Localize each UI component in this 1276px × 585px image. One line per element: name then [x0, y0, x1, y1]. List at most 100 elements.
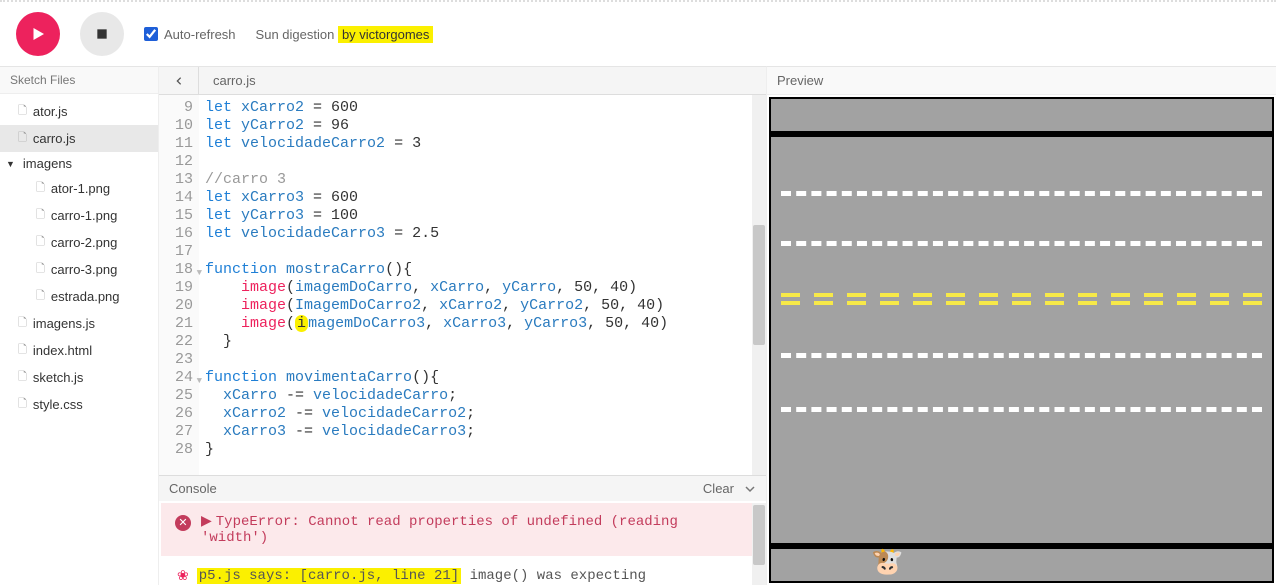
- console-error-text: ▶TypeError: Cannot read properties of un…: [201, 513, 750, 546]
- file-name: carro-3.png: [51, 262, 117, 277]
- console-title: Console: [169, 481, 217, 496]
- file-name: imagens: [23, 156, 72, 171]
- file-item[interactable]: 🗋carro.js: [0, 125, 158, 152]
- code-editor[interactable]: 910111213141516171819202122232425262728 …: [159, 95, 766, 475]
- preview-canvas: 🐮: [769, 97, 1274, 583]
- line-number: 25: [159, 387, 193, 405]
- code-line[interactable]: [205, 351, 760, 369]
- console-scroll-thumb[interactable]: [753, 505, 765, 565]
- file-item[interactable]: 🗋 style.css: [0, 391, 158, 418]
- sidebar-header: Sketch Files: [0, 67, 158, 94]
- code-line[interactable]: [205, 153, 760, 171]
- stop-icon: [95, 27, 109, 41]
- play-button[interactable]: [16, 12, 60, 56]
- file-name: style.css: [33, 397, 83, 412]
- editor-scrollbar[interactable]: [752, 95, 766, 475]
- file-name: carro-2.png: [51, 235, 117, 250]
- lane-divider: [781, 241, 1262, 246]
- code-line[interactable]: xCarro -= velocidadeCarro;: [205, 387, 760, 405]
- code-line[interactable]: let yCarro2 = 96: [205, 117, 760, 135]
- console-error-row: ✕ ▶TypeError: Cannot read properties of …: [161, 503, 764, 556]
- file-name: carro-1.png: [51, 208, 117, 223]
- editor-scroll-thumb[interactable]: [753, 225, 765, 345]
- tab-active-file[interactable]: carro.js: [199, 68, 270, 93]
- auto-refresh-toggle[interactable]: Auto-refresh: [144, 27, 236, 42]
- console-body: ✕ ▶TypeError: Cannot read properties of …: [159, 503, 766, 585]
- console-clear-button[interactable]: Clear: [703, 481, 734, 496]
- file-item[interactable]: 🗋index.html: [0, 337, 158, 364]
- file-item[interactable]: 🗋 ator.js: [0, 98, 158, 125]
- line-number: 21: [159, 315, 193, 333]
- file-icon: 🗋: [36, 233, 45, 252]
- file-item[interactable]: 🗋 ator-1.png: [0, 175, 158, 202]
- stop-button[interactable]: [80, 12, 124, 56]
- console: Console Clear ✕ ▶TypeError: Cannot read …: [159, 475, 766, 585]
- file-icon: 🗋: [36, 179, 45, 198]
- lane-divider: [781, 407, 1262, 412]
- console-scrollbar[interactable]: [752, 503, 766, 585]
- code-body[interactable]: let xCarro2 = 600let yCarro2 = 96let vel…: [199, 95, 766, 475]
- preview-header: Preview: [767, 67, 1276, 95]
- file-icon: 🗋: [36, 260, 45, 279]
- code-line[interactable]: let velocidadeCarro3 = 2.5: [205, 225, 760, 243]
- toolbar: Auto-refresh Sun digestion by victorgome…: [0, 2, 1276, 66]
- folder-item[interactable]: imagens: [0, 152, 158, 175]
- code-line[interactable]: xCarro3 -= velocidadeCarro3;: [205, 423, 760, 441]
- file-item[interactable]: 🗋 carro-3.png: [0, 256, 158, 283]
- chevron-down-icon[interactable]: [744, 483, 756, 495]
- code-line[interactable]: let xCarro3 = 600: [205, 189, 760, 207]
- file-item[interactable]: 🗋 carro-2.png: [0, 229, 158, 256]
- preview-panel: Preview 🐮: [766, 66, 1276, 585]
- code-line[interactable]: [205, 243, 760, 261]
- code-line[interactable]: let xCarro2 = 600: [205, 99, 760, 117]
- code-line[interactable]: image(imagemDoCarro3, xCarro3, yCarro3, …: [205, 315, 760, 333]
- file-sidebar: Sketch Files 🗋 ator.js 🗋carro.js imagens 🗋 at…: [0, 66, 159, 585]
- file-name: estrada.png: [51, 289, 120, 304]
- sketch-title: Sun digestion by victorgomes: [256, 27, 434, 42]
- file-icon: 🗋: [18, 314, 27, 333]
- line-number: 26: [159, 405, 193, 423]
- file-icon: 🗋: [18, 102, 27, 121]
- code-line[interactable]: image(imagemDoCarro, xCarro, yCarro, 50,…: [205, 279, 760, 297]
- file-name: ator.js: [33, 104, 68, 119]
- auto-refresh-label: Auto-refresh: [164, 27, 236, 42]
- lane-divider: [781, 353, 1262, 358]
- file-icon: 🗋: [36, 206, 45, 225]
- file-list: 🗋 ator.js 🗋carro.js imagens 🗋 ator-1.png 🗋 carr…: [0, 94, 158, 422]
- file-name: ator-1.png: [51, 181, 110, 196]
- line-number: 22: [159, 333, 193, 351]
- file-icon: 🗋: [18, 129, 27, 148]
- code-line[interactable]: function mostraCarro(){: [205, 261, 760, 279]
- console-message-row: ❀ p5.js says: [carro.js, line 21] image(…: [159, 558, 766, 585]
- line-number: 19: [159, 279, 193, 297]
- code-line[interactable]: }: [205, 441, 760, 459]
- lane-divider: [781, 191, 1262, 196]
- sketch-author[interactable]: by victorgomes: [338, 26, 433, 43]
- code-line[interactable]: let yCarro3 = 100: [205, 207, 760, 225]
- line-number: 15: [159, 207, 193, 225]
- line-number: 28: [159, 441, 193, 459]
- code-line[interactable]: function movimentaCarro(){: [205, 369, 760, 387]
- code-line[interactable]: xCarro2 -= velocidadeCarro2;: [205, 405, 760, 423]
- editor-area: carro.js 9101112131415161718192021222324…: [159, 66, 766, 585]
- editor-tabs: carro.js: [159, 67, 766, 95]
- file-icon: 🗋: [18, 341, 27, 360]
- file-item[interactable]: 🗋 carro-1.png: [0, 202, 158, 229]
- auto-refresh-checkbox[interactable]: [144, 27, 158, 41]
- file-icon: 🗋: [36, 287, 45, 306]
- file-icon: 🗋: [18, 395, 27, 414]
- line-number: 17: [159, 243, 193, 261]
- code-line[interactable]: //carro 3: [205, 171, 760, 189]
- line-number: 24: [159, 369, 193, 387]
- file-icon: 🗋: [18, 368, 27, 387]
- file-item[interactable]: 🗋sketch.js: [0, 364, 158, 391]
- code-line[interactable]: image(ImagemDoCarro2, xCarro2, yCarro2, …: [205, 297, 760, 315]
- code-line[interactable]: }: [205, 333, 760, 351]
- line-gutter: 910111213141516171819202122232425262728: [159, 95, 199, 475]
- line-number: 20: [159, 297, 193, 315]
- file-item[interactable]: 🗋imagens.js: [0, 310, 158, 337]
- line-number: 9: [159, 99, 193, 117]
- collapse-sidebar-button[interactable]: [159, 67, 199, 94]
- code-line[interactable]: let velocidadeCarro2 = 3: [205, 135, 760, 153]
- file-item[interactable]: 🗋 estrada.png: [0, 283, 158, 310]
